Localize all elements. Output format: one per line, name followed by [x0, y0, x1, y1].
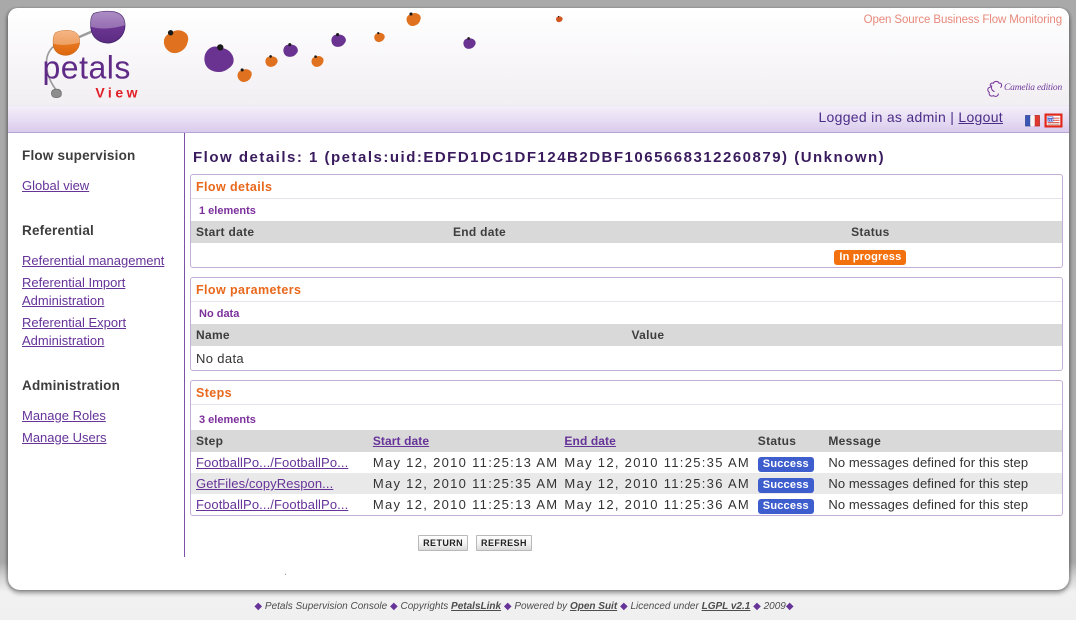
svg-text:View: View [95, 85, 141, 101]
svg-text:petals: petals [43, 50, 131, 86]
